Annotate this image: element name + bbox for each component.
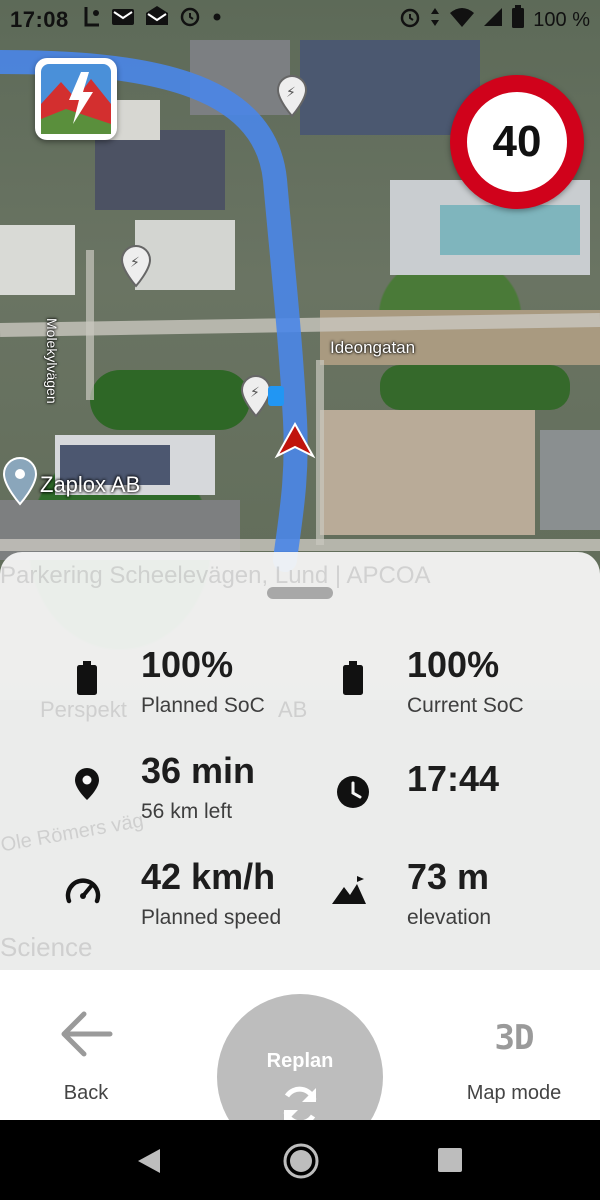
battery-percent: 100 % [533, 8, 590, 31]
dot-icon [211, 5, 223, 35]
stat-planned-soc: 100% Planned SoC [67, 644, 337, 724]
stat-label: Current SoC [407, 694, 524, 717]
sim-icon [83, 5, 101, 35]
stat-value: 100% [407, 644, 500, 685]
clock-icon [333, 772, 373, 812]
stat-value: 17:44 [407, 758, 500, 799]
signal-icon [483, 6, 503, 34]
nav-home-icon[interactable] [282, 1142, 320, 1185]
street-label: Ideongatan [330, 338, 416, 357]
place-pin-icon[interactable] [2, 456, 38, 506]
speed-limit-value: 40 [492, 117, 542, 166]
back-label: Back [63, 1082, 109, 1104]
trip-info-sheet[interactable]: Parkering Scheelevägen, Lund | APCOA Per… [0, 552, 600, 970]
speed-limit-sign: 40 [450, 75, 584, 209]
stat-eta: 17:44 [333, 758, 600, 838]
map-mode-label: Map mode [466, 1082, 562, 1104]
ev-charger-pin[interactable]: ⚡ [240, 374, 272, 418]
stat-current-soc: 100% Current SoC [333, 644, 600, 724]
location-pin-icon [67, 764, 107, 804]
ghost-label: Science [0, 932, 93, 962]
alarm-icon [179, 5, 201, 35]
system-nav-bar [0, 1120, 600, 1200]
mail-icon [111, 5, 135, 35]
status-time: 17:08 [10, 7, 69, 32]
mountain-icon [329, 870, 369, 910]
battery-icon [333, 658, 373, 698]
ghost-label: Parkering Scheelevägen, Lund | APCOA [0, 562, 431, 589]
fuel-station-icon[interactable] [268, 386, 284, 406]
speedometer-icon [63, 870, 103, 910]
stat-value: 73 m [407, 856, 490, 897]
alarm-icon [399, 6, 421, 34]
stat-label: elevation [407, 906, 492, 929]
ev-charger-pin[interactable]: ⚡ [120, 244, 152, 288]
arrow-back-icon [36, 1008, 136, 1068]
ev-charger-pin[interactable]: ⚡ [276, 74, 308, 118]
battery-icon [67, 658, 107, 698]
mail-open-icon [145, 5, 169, 35]
svg-text:⚡: ⚡ [250, 385, 260, 401]
map-mode-button[interactable]: 3D Map mode [456, 1018, 572, 1105]
status-bar: 17:08 100 % [0, 0, 600, 40]
stat-value: 36 min [141, 750, 256, 791]
back-button[interactable]: Back [36, 1008, 136, 1105]
stat-value: 42 km/h [141, 856, 276, 897]
svg-text:⚡: ⚡ [130, 255, 140, 271]
stat-time-left: 36 min 56 km left [67, 750, 337, 830]
svg-text:⚡: ⚡ [286, 85, 296, 101]
stat-label: 56 km left [141, 800, 233, 823]
stat-label: Planned SoC [141, 694, 265, 717]
wifi-icon [449, 6, 475, 34]
action-bar: Back Replan 3D Map mode [0, 970, 600, 1160]
stat-planned-speed: 42 km/h Planned speed [63, 856, 333, 936]
battery-icon [511, 5, 525, 35]
replan-label: Replan [266, 1050, 334, 1072]
stat-label: Planned speed [141, 906, 282, 929]
app-logo-icon [41, 64, 111, 134]
3d-icon: 3D [494, 1018, 535, 1058]
data-arrows-icon [429, 6, 441, 34]
nav-recents-icon[interactable] [437, 1147, 463, 1178]
street-label: Molekylvägen [44, 318, 60, 404]
drag-handle[interactable] [267, 587, 333, 599]
stat-value: 100% [141, 644, 234, 685]
app-logo[interactable] [35, 58, 117, 140]
stat-elevation: 73 m elevation [329, 856, 599, 936]
place-label[interactable]: Zaplox AB [40, 472, 140, 498]
nav-back-icon[interactable] [136, 1147, 162, 1180]
